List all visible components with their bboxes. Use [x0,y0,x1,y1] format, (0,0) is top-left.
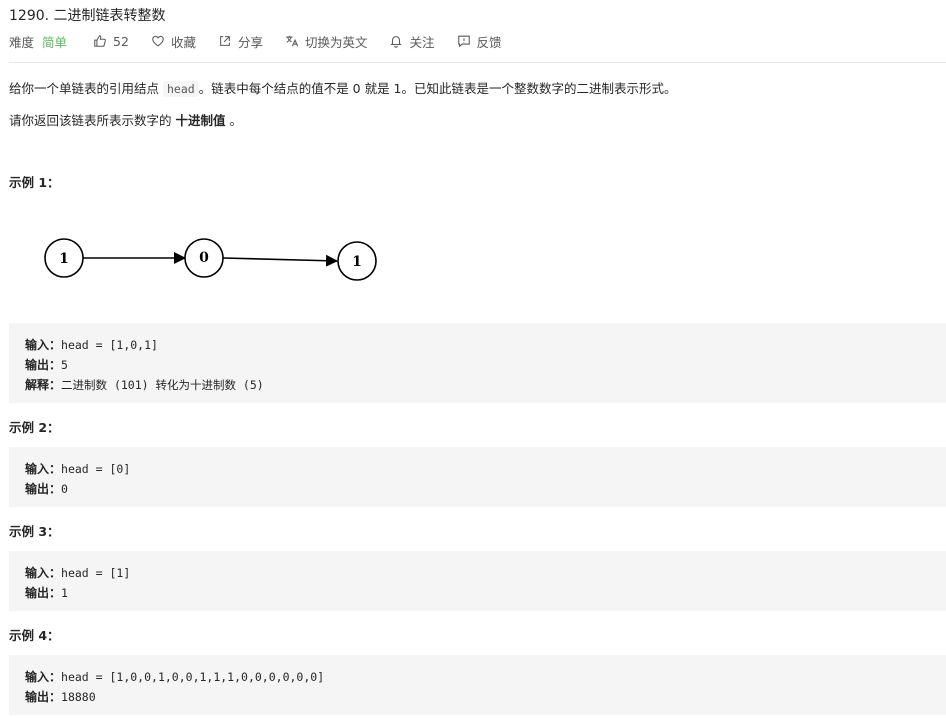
description-paragraph-2: 请你返回该链表所表示数字的 十进制值 。 [9,110,242,129]
description-text: 。链表中每个结点的值不是 0 就是 1。已知此链表是一个整数数字的二进制表示形式… [198,81,677,96]
share-button[interactable]: 分享 [218,32,263,51]
description-text: 请你返回该链表所表示数字的 [9,113,176,128]
linked-list-diagram: 1 0 1 [44,238,377,281]
favorite-button[interactable]: 收藏 [151,32,196,51]
switch-language-button[interactable]: 切换为英文 [285,32,368,51]
example-output: 0 [61,482,68,496]
output-label: 输出： [25,586,62,600]
emphasis-text: 十进制值 [175,113,226,128]
feedback-label: 反馈 [476,34,502,50]
explain-label: 解释： [25,378,62,392]
example-output: 1 [61,586,68,600]
share-label: 分享 [237,34,263,50]
share-icon [220,36,230,46]
inline-code-head: head [162,81,199,97]
description-text: 。 [225,113,242,128]
favorite-label: 收藏 [170,34,196,50]
example-input: head = [1,0,0,1,0,0,1,1,1,0,0,0,0,0,0] [61,670,325,684]
list-node-3-value: 1 [352,254,362,270]
switch-language-label: 切换为英文 [304,34,368,50]
problem-title: 1290. 二进制链表转整数 [9,8,166,24]
example-input: head = [1] [61,566,131,580]
follow-label: 关注 [409,34,435,50]
bell-icon [390,36,403,48]
input-label: 输入： [25,462,62,476]
translate-icon [286,35,299,47]
difficulty-badge: 简单 [42,34,68,50]
header-divider [9,62,946,63]
feedback-button[interactable]: 反馈 [457,32,502,51]
example-4-title: 示例 4： [9,628,60,643]
feedback-icon [457,35,470,48]
difficulty-label: 难度 [9,34,35,50]
example-input: head = [0] [61,462,131,476]
like-count: 52 [113,33,129,49]
follow-button[interactable]: 关注 [389,32,435,51]
example-1-block: 输入：head = [1,0,1] 输出：5 解释：二进制数 (101) 转化为… [9,323,946,403]
problem-toolbar: 难度 简单 52 收藏 分享 切换为英文 关注 反馈 [9,32,524,50]
example-4-block: 输入：head = [1,0,0,1,0,0,1,1,1,0,0,0,0,0,0… [9,655,946,715]
input-label: 输入： [25,566,62,580]
list-node-1-value: 1 [59,251,69,267]
input-label: 输入： [25,338,62,352]
example-output: 18880 [61,690,96,704]
example-3-block: 输入：head = [1] 输出：1 [9,551,946,611]
heart-icon [152,35,164,47]
example-2-block: 输入：head = [0] 输出：0 [9,447,946,507]
description-paragraph-1: 给你一个单链表的引用结点 head 。链表中每个结点的值不是 0 就是 1。已知此… [9,78,677,97]
example-3-title: 示例 3： [9,524,60,539]
example-1-title: 示例 1： [9,175,60,190]
example-output: 5 [61,358,68,372]
output-label: 输出： [25,482,62,496]
link-arrow-2 [222,254,338,267]
description-text: 给你一个单链表的引用结点 [9,81,163,96]
like-button[interactable]: 52 [93,34,129,49]
input-label: 输入： [25,670,62,684]
output-label: 输出： [25,358,62,372]
example-input: head = [1,0,1] [61,338,158,352]
list-node-2-value: 0 [199,250,209,266]
thumbs-up-icon [94,35,106,47]
example-explanation: 二进制数 (101) 转化为十进制数 (5) [61,378,264,392]
example-2-title: 示例 2： [9,420,60,435]
output-label: 输出： [25,690,62,704]
